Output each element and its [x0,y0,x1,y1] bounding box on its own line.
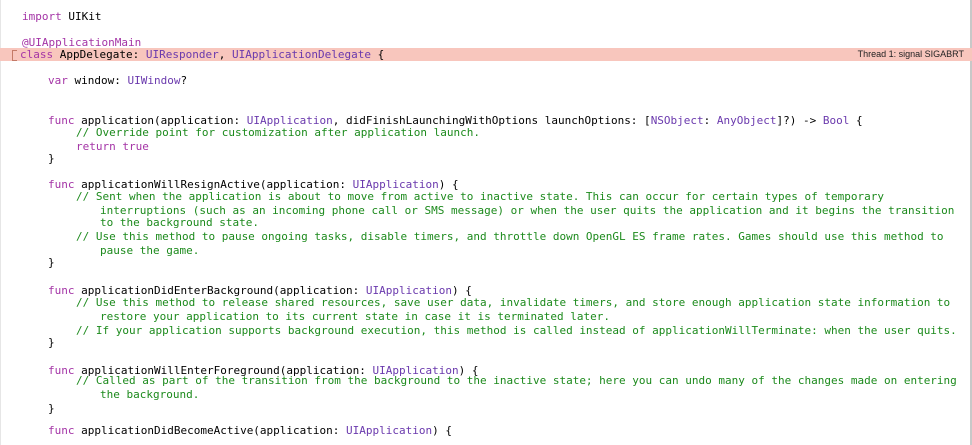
code-keyword: func [48,424,82,437]
code-text: func applicationDidBecomeActive(applicat… [48,424,452,437]
code-comment: // Sent when the application is about to… [76,190,884,203]
code-keyword: import [22,10,69,23]
code-line[interactable]: restore your application to its current … [0,310,972,323]
code-type: UIWindow [127,74,181,87]
code-text: } [48,152,55,165]
code-token: AppDelegate: [59,48,146,61]
code-line[interactable]: // Override point for customization afte… [0,126,972,139]
code-keyword: var [48,74,75,87]
code-text: // Use this method to pause ongoing task… [76,230,944,243]
code-text: the background. [100,388,199,401]
code-comment: // Called as part of the transition from… [76,374,957,387]
code-comment: restore your application to its current … [100,310,610,323]
code-line[interactable]: func applicationDidBecomeActive(applicat… [0,424,972,437]
code-token: applicationDidBecomeActive(application: [81,424,347,437]
code-text: } [48,336,55,349]
code-token: } [48,256,55,269]
code-token: window: [74,74,128,87]
code-comment: the background. [100,388,200,401]
code-comment: // Use this method to pause ongoing task… [76,230,944,243]
code-line[interactable]: } [0,152,972,165]
code-text: // Called as part of the transition from… [76,374,957,387]
code-line-error[interactable]: class AppDelegate: UIResponder, UIApplic… [0,48,972,61]
code-line[interactable]: // Sent when the application is about to… [0,190,972,203]
code-keyword: class [20,48,60,61]
code-text: restore your application to its current … [100,310,610,323]
code-text: import UIKit [22,10,101,23]
code-token: } [48,336,55,349]
code-text: to the background state. [100,216,259,229]
error-bracket-icon [12,50,17,61]
code-line[interactable]: // Called as part of the transition from… [0,374,972,387]
code-text: } [48,256,55,269]
code-text: class AppDelegate: UIResponder, UIApplic… [20,48,384,61]
code-type: UIApplicationDelegate [231,48,372,61]
code-text: // Sent when the application is about to… [76,190,884,203]
code-line[interactable]: var window: UIWindow? [0,74,972,87]
error-badge[interactable]: Thread 1: signal SIGABRT [858,48,964,61]
code-token: ? [180,74,188,87]
code-editor[interactable]: import UIKit @UIApplicationMain class AppD… [0,0,972,445]
code-token: , [218,48,232,61]
code-comment: // Use this method to release shared res… [76,296,951,309]
code-line[interactable]: } [0,256,972,269]
code-line[interactable]: import UIKit [0,10,972,23]
code-text: var window: UIWindow? [48,74,187,87]
code-comment: to the background state. [100,216,259,229]
code-line[interactable] [0,88,972,101]
code-type: UIResponder [145,48,219,61]
code-line[interactable] [0,350,972,363]
code-line[interactable]: // Use this method to pause ongoing task… [0,230,972,243]
code-token: { [371,48,385,61]
code-line[interactable]: the background. [0,388,972,401]
code-text: // Override point for customization afte… [76,126,480,139]
code-token: } [48,152,55,165]
code-token: ) { [432,424,452,437]
code-text: // Use this method to release shared res… [76,296,950,309]
code-line[interactable]: } [0,336,972,349]
code-line[interactable] [0,270,972,283]
code-type: UIApplication [346,424,433,437]
code-line[interactable]: to the background state. [0,216,972,229]
code-comment: // Override point for customization afte… [76,126,480,139]
code-line[interactable]: // Use this method to release shared res… [0,296,972,309]
code-token: UIKit [68,10,102,23]
